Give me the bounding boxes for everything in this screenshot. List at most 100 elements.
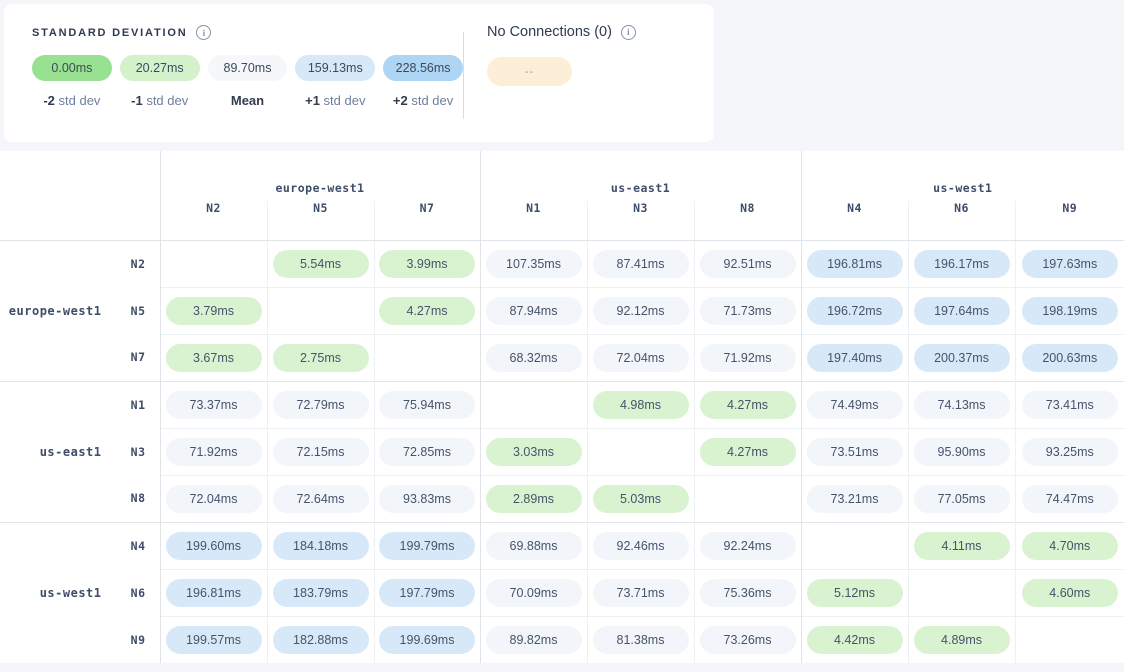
latency-pill[interactable]: 3.67ms <box>166 344 262 372</box>
row-node-label: N3 <box>126 445 146 459</box>
latency-pill[interactable]: 196.81ms <box>166 579 262 607</box>
latency-pill[interactable]: 4.11ms <box>914 532 1010 560</box>
latency-pill[interactable]: 3.79ms <box>166 297 262 325</box>
row-header-N9: N9 <box>0 616 160 663</box>
latency-cell: 4.27ms <box>694 428 801 475</box>
latency-pill[interactable]: 75.94ms <box>379 391 475 419</box>
latency-cell <box>267 287 374 334</box>
latency-pill[interactable]: 73.41ms <box>1022 391 1118 419</box>
latency-pill[interactable]: 93.83ms <box>379 485 475 513</box>
latency-pill[interactable]: 89.82ms <box>486 626 582 654</box>
latency-pill[interactable]: 72.04ms <box>593 344 689 372</box>
latency-pill[interactable]: 4.27ms <box>700 391 796 419</box>
latency-pill[interactable]: 197.40ms <box>807 344 903 372</box>
row-header-N4: N4 <box>0 522 160 569</box>
latency-pill[interactable]: 75.36ms <box>700 579 796 607</box>
latency-pill[interactable]: 72.04ms <box>166 485 262 513</box>
latency-pill[interactable]: 196.17ms <box>914 250 1010 278</box>
latency-pill[interactable]: 4.70ms <box>1022 532 1118 560</box>
row-header-N2: N2 <box>0 240 160 287</box>
column-node-header-N5: N5 <box>267 201 374 240</box>
latency-pill[interactable]: 197.64ms <box>914 297 1010 325</box>
latency-pill[interactable]: 2.89ms <box>486 485 582 513</box>
latency-pill[interactable]: 92.24ms <box>700 532 796 560</box>
info-icon[interactable]: i <box>196 25 211 40</box>
latency-pill[interactable]: 199.69ms <box>379 626 475 654</box>
latency-pill[interactable]: 198.19ms <box>1022 297 1118 325</box>
latency-pill[interactable]: 81.38ms <box>593 626 689 654</box>
latency-pill[interactable]: 196.81ms <box>807 250 903 278</box>
row-node-label: N1 <box>126 398 146 412</box>
latency-cell: 93.83ms <box>374 475 480 522</box>
latency-pill[interactable]: 4.42ms <box>807 626 903 654</box>
latency-pill[interactable]: 92.51ms <box>700 250 796 278</box>
latency-pill[interactable]: 72.85ms <box>379 438 475 466</box>
latency-pill[interactable]: 4.60ms <box>1022 579 1118 607</box>
latency-pill[interactable]: 107.35ms <box>486 250 582 278</box>
latency-cell: 77.05ms <box>908 475 1015 522</box>
latency-pill[interactable]: 69.88ms <box>486 532 582 560</box>
latency-pill[interactable]: 72.15ms <box>273 438 369 466</box>
info-icon[interactable]: i <box>621 25 636 40</box>
latency-pill[interactable]: 74.13ms <box>914 391 1010 419</box>
latency-pill[interactable]: 93.25ms <box>1022 438 1118 466</box>
latency-pill[interactable]: 68.32ms <box>486 344 582 372</box>
latency-cell: 199.79ms <box>374 522 480 569</box>
latency-pill[interactable]: 92.12ms <box>593 297 689 325</box>
column-region-header-us-east1: us-east1 <box>480 151 801 201</box>
latency-pill[interactable]: 73.51ms <box>807 438 903 466</box>
row-header-N3: us-east1N3 <box>0 428 160 475</box>
latency-pill[interactable]: 184.18ms <box>273 532 369 560</box>
latency-pill[interactable]: 5.54ms <box>273 250 369 278</box>
row-region-label: europe-west1 <box>9 304 102 318</box>
latency-pill[interactable]: 3.03ms <box>486 438 582 466</box>
latency-pill[interactable]: 182.88ms <box>273 626 369 654</box>
latency-pill[interactable]: 5.03ms <box>593 485 689 513</box>
latency-pill[interactable]: 71.73ms <box>700 297 796 325</box>
latency-pill[interactable]: 199.79ms <box>379 532 475 560</box>
latency-pill[interactable]: 71.92ms <box>700 344 796 372</box>
latency-pill[interactable]: 199.60ms <box>166 532 262 560</box>
latency-pill[interactable]: 73.37ms <box>166 391 262 419</box>
latency-cell: 196.81ms <box>801 240 908 287</box>
latency-pill[interactable]: 5.12ms <box>807 579 903 607</box>
latency-matrix-table: europe-west1us-east1us-west1N2N5N7N1N3N8… <box>0 151 1124 663</box>
latency-pill[interactable]: 95.90ms <box>914 438 1010 466</box>
latency-pill[interactable]: 4.27ms <box>700 438 796 466</box>
latency-pill[interactable]: 73.26ms <box>700 626 796 654</box>
latency-pill[interactable]: 196.72ms <box>807 297 903 325</box>
latency-pill[interactable]: 197.79ms <box>379 579 475 607</box>
latency-pill[interactable]: 72.79ms <box>273 391 369 419</box>
latency-pill[interactable]: 92.46ms <box>593 532 689 560</box>
latency-cell <box>801 522 908 569</box>
latency-pill[interactable]: 200.63ms <box>1022 344 1118 372</box>
latency-pill[interactable]: 72.64ms <box>273 485 369 513</box>
latency-pill[interactable]: 74.49ms <box>807 391 903 419</box>
latency-pill[interactable]: 183.79ms <box>273 579 369 607</box>
latency-pill[interactable]: 73.71ms <box>593 579 689 607</box>
latency-cell: 196.81ms <box>160 569 267 616</box>
latency-cell: 199.69ms <box>374 616 480 663</box>
latency-pill[interactable]: 74.47ms <box>1022 485 1118 513</box>
latency-pill[interactable]: 4.27ms <box>379 297 475 325</box>
latency-pill[interactable]: 4.98ms <box>593 391 689 419</box>
column-region-header-us-west1: us-west1 <box>801 151 1124 201</box>
latency-cell: 196.17ms <box>908 240 1015 287</box>
latency-pill[interactable]: 3.99ms <box>379 250 475 278</box>
latency-cell: 200.37ms <box>908 334 1015 381</box>
latency-cell <box>587 428 694 475</box>
latency-pill[interactable]: 87.94ms <box>486 297 582 325</box>
latency-pill[interactable]: 4.89ms <box>914 626 1010 654</box>
latency-pill[interactable]: 70.09ms <box>486 579 582 607</box>
latency-pill[interactable]: 199.57ms <box>166 626 262 654</box>
latency-pill[interactable]: 87.41ms <box>593 250 689 278</box>
latency-pill[interactable]: 197.63ms <box>1022 250 1118 278</box>
latency-cell: 72.64ms <box>267 475 374 522</box>
latency-pill[interactable]: 200.37ms <box>914 344 1010 372</box>
latency-pill[interactable]: 71.92ms <box>166 438 262 466</box>
latency-pill[interactable]: 2.75ms <box>273 344 369 372</box>
latency-pill[interactable]: 73.21ms <box>807 485 903 513</box>
row-header-N8: N8 <box>0 475 160 522</box>
latency-pill[interactable]: 77.05ms <box>914 485 1010 513</box>
std-dev-pills-row: 0.00ms20.27ms89.70ms159.13ms228.56ms <box>32 55 463 81</box>
